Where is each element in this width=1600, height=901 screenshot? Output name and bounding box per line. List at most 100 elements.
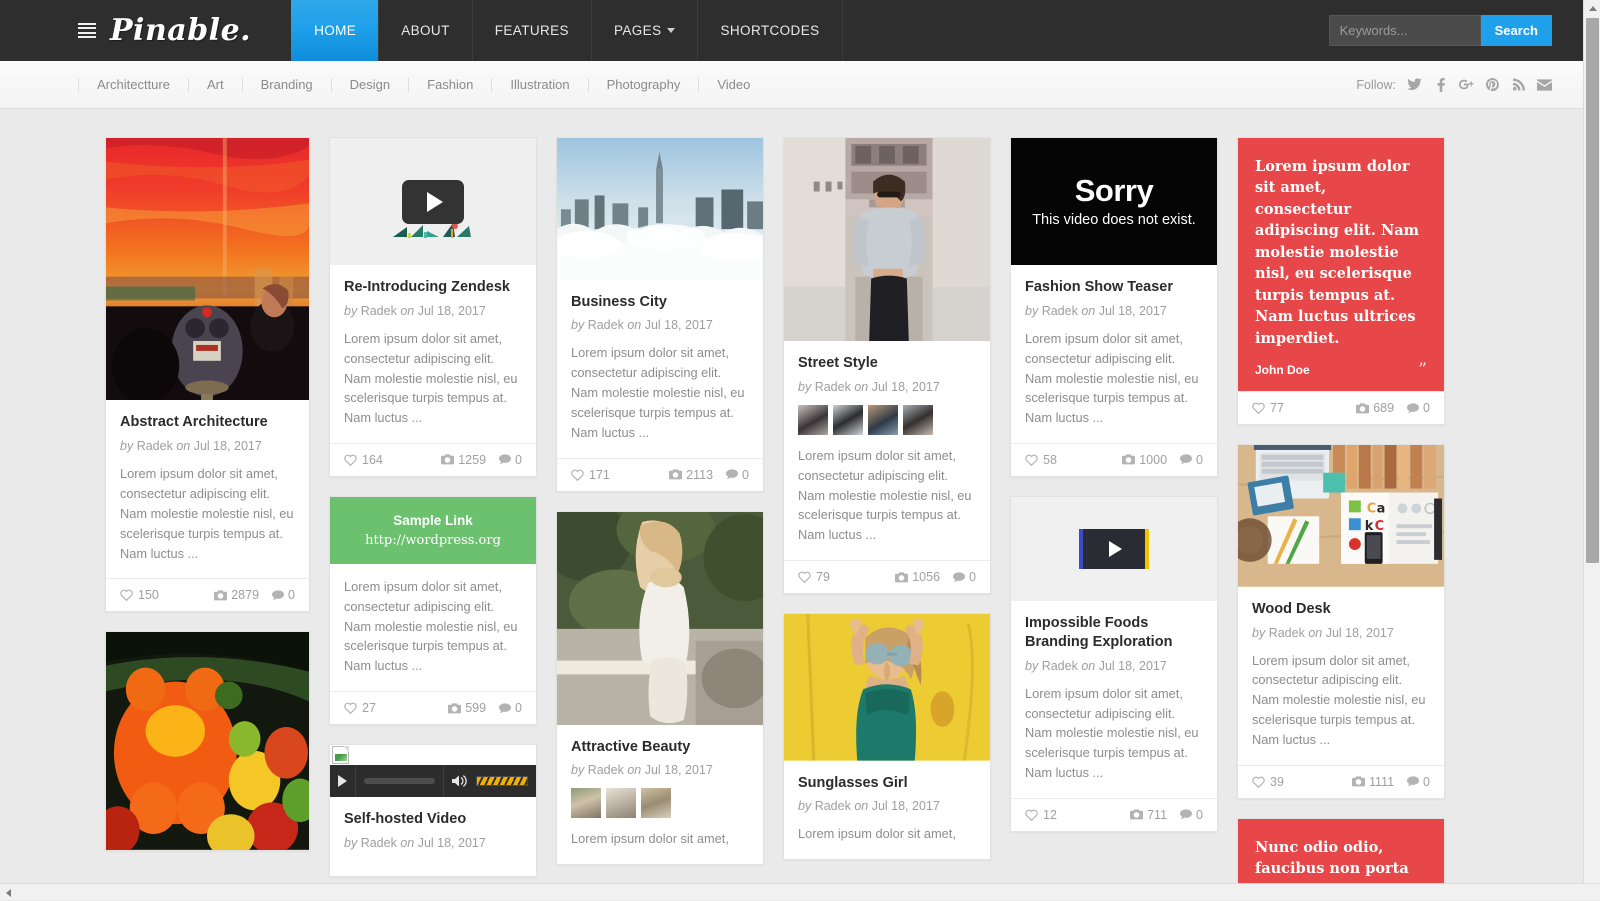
- card-title[interactable]: Sunglasses Girl: [798, 774, 976, 793]
- camera-icon: [669, 469, 682, 480]
- search-input[interactable]: [1329, 15, 1481, 46]
- speaker-icon[interactable]: [452, 774, 468, 788]
- svg-text:C: C: [1375, 519, 1384, 534]
- site-logo[interactable]: Pinable.: [110, 13, 251, 48]
- play-button[interactable]: [1079, 529, 1149, 569]
- byline-author: Radek: [588, 318, 624, 332]
- search-button[interactable]: Search: [1481, 15, 1552, 46]
- card-title[interactable]: Re-Introducing Zendesk: [344, 278, 522, 297]
- volume-slider[interactable]: [476, 776, 528, 786]
- play-icon[interactable]: [338, 775, 347, 787]
- rss-icon[interactable]: [1511, 77, 1526, 93]
- nav-item-home[interactable]: HOME: [291, 0, 378, 61]
- card-street-style[interactable]: Street Style by Radek on Jul 18, 2017 Lo…: [783, 137, 991, 594]
- heart-icon: [1252, 776, 1265, 788]
- nav-item-pages[interactable]: PAGES: [591, 0, 698, 61]
- comment-count: 0: [969, 570, 976, 584]
- card-title[interactable]: Business City: [571, 293, 749, 312]
- comment-count: 0: [1423, 401, 1430, 415]
- like-stat[interactable]: 79: [798, 570, 830, 584]
- scroll-up-arrow-icon[interactable]: [1584, 0, 1600, 17]
- views-stat: 1000: [1122, 453, 1167, 467]
- like-count: 12: [1043, 808, 1057, 822]
- card-title[interactable]: Fashion Show Teaser: [1025, 278, 1203, 297]
- category-fashion[interactable]: Fashion: [408, 78, 491, 92]
- gallery-thumb[interactable]: [833, 405, 863, 435]
- nav-item-about[interactable]: ABOUT: [378, 0, 472, 61]
- card-title[interactable]: Attractive Beauty: [571, 738, 749, 757]
- category-illustration[interactable]: Illustration: [491, 78, 587, 92]
- category-branding[interactable]: Branding: [242, 78, 331, 92]
- category-design[interactable]: Design: [331, 78, 408, 92]
- play-button[interactable]: [402, 180, 464, 224]
- link-title: Sample Link: [344, 513, 522, 528]
- twitter-icon[interactable]: [1407, 77, 1422, 93]
- email-icon[interactable]: [1537, 77, 1552, 93]
- video-thumbnail[interactable]: [1011, 497, 1217, 601]
- card-attractive-beauty[interactable]: Attractive Beauty by Radek on Jul 18, 20…: [556, 511, 764, 866]
- byline-author: Radek: [815, 799, 851, 813]
- gallery-thumb[interactable]: [571, 788, 601, 818]
- views-count: 1259: [458, 453, 486, 467]
- category-architectture[interactable]: Architectture: [78, 78, 188, 92]
- category-art[interactable]: Art: [188, 78, 242, 92]
- card-fashion-show-teaser[interactable]: Sorry This video does not exist. Fashion…: [1010, 137, 1218, 477]
- nav-item-features[interactable]: FEATURES: [472, 0, 591, 61]
- comment-count: 0: [288, 588, 295, 602]
- divider: [443, 765, 444, 797]
- hamburger-icon[interactable]: [78, 23, 96, 39]
- scroll-left-arrow-icon[interactable]: [0, 884, 17, 901]
- link-url[interactable]: http://wordpress.org: [344, 533, 522, 548]
- like-count: 171: [589, 468, 610, 482]
- horizontal-scrollbar[interactable]: [0, 883, 1600, 900]
- google-plus-icon[interactable]: [1459, 77, 1474, 93]
- card-self-hosted-video[interactable]: Self-hosted Video by Radek on Jul 18, 20…: [329, 744, 537, 877]
- gallery-thumb[interactable]: [641, 788, 671, 818]
- card-re-introducing-zendesk[interactable]: Re-Introducing Zendesk by Radek on Jul 1…: [329, 137, 537, 477]
- card-title[interactable]: Self-hosted Video: [344, 810, 522, 829]
- like-stat[interactable]: 164: [344, 453, 383, 467]
- like-stat[interactable]: 12: [1025, 808, 1057, 822]
- camera-icon: [448, 703, 461, 714]
- card-abstract-architecture[interactable]: Abstract Architecture by Radek on Jul 18…: [105, 137, 310, 612]
- gallery-thumb[interactable]: [903, 405, 933, 435]
- like-stat[interactable]: 27: [344, 701, 376, 715]
- gallery-thumb[interactable]: [798, 405, 828, 435]
- card-impossible-foods[interactable]: Impossible Foods Branding Exploration by…: [1010, 496, 1218, 832]
- gallery-thumb[interactable]: [606, 788, 636, 818]
- video-controls[interactable]: [330, 765, 536, 797]
- card-quote-john-doe[interactable]: Lorem ipsum dolor sit amet, consectetur …: [1237, 137, 1445, 425]
- card-sample-link[interactable]: Sample Link http://wordpress.org Lorem i…: [329, 496, 537, 725]
- link-banner[interactable]: Sample Link http://wordpress.org: [330, 497, 536, 564]
- gallery-thumb[interactable]: [868, 405, 898, 435]
- facebook-icon[interactable]: [1433, 77, 1448, 93]
- card-title[interactable]: Street Style: [798, 354, 976, 373]
- card-excerpt: Lorem ipsum dolor sit amet, consectetur …: [571, 343, 749, 442]
- like-stat[interactable]: 171: [571, 468, 610, 482]
- card-sunglasses-girl[interactable]: Sunglasses Girl by Radek on Jul 18, 2017…: [783, 613, 991, 860]
- card-stats-right: 2879 0: [214, 588, 295, 602]
- vertical-scrollbar[interactable]: [1583, 0, 1600, 900]
- card-title[interactable]: Wood Desk: [1252, 600, 1430, 619]
- like-stat[interactable]: 77: [1252, 401, 1284, 415]
- category-photography[interactable]: Photography: [588, 78, 699, 92]
- comments-stat: 0: [953, 570, 976, 584]
- pinterest-icon[interactable]: [1485, 77, 1500, 93]
- like-stat[interactable]: 58: [1025, 453, 1057, 467]
- card-business-city[interactable]: Business City by Radek on Jul 18, 2017 L…: [556, 137, 764, 492]
- video-thumbnail[interactable]: [330, 138, 536, 265]
- video-unavailable-notice: Sorry This video does not exist.: [1011, 138, 1217, 265]
- byline-by: by: [1252, 626, 1265, 640]
- progress-track[interactable]: [364, 778, 435, 784]
- card-title[interactable]: Impossible Foods Branding Exploration: [1025, 614, 1203, 652]
- like-stat[interactable]: 39: [1252, 775, 1284, 789]
- category-video[interactable]: Video: [698, 78, 768, 92]
- nav-item-shortcodes[interactable]: SHORTCODES: [697, 0, 842, 61]
- card-wood-desk[interactable]: C a k C: [1237, 444, 1445, 799]
- like-stat[interactable]: 150: [120, 588, 159, 602]
- comments-stat: 0: [499, 453, 522, 467]
- card-excerpt: Lorem ipsum dolor sit amet,: [571, 829, 749, 849]
- vertical-scroll-thumb[interactable]: [1586, 18, 1599, 563]
- card-title[interactable]: Abstract Architecture: [120, 413, 295, 432]
- card-gummy-bears[interactable]: [105, 631, 310, 851]
